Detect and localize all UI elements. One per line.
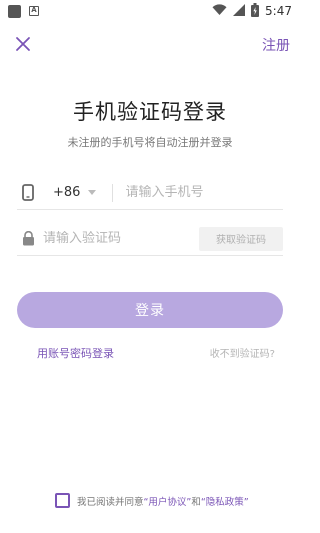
a-notification-icon: A xyxy=(29,6,39,16)
wifi-icon xyxy=(212,3,227,19)
chevron-down-icon xyxy=(88,190,97,195)
status-bar-right: 5:47 xyxy=(212,2,292,20)
status-bar-left: A xyxy=(8,4,39,18)
account-password-login-link[interactable]: 用账号密码登录 xyxy=(37,345,114,361)
login-button[interactable]: 登录 xyxy=(17,292,283,328)
page-subtitle: 未注册的手机号将自动注册并登录 xyxy=(67,136,233,149)
close-icon xyxy=(16,37,30,51)
page-title: 手机验证码登录 xyxy=(73,100,227,124)
phone-field-row: +86 xyxy=(17,176,283,210)
phone-input[interactable] xyxy=(125,185,266,200)
field-divider xyxy=(112,183,114,202)
close-button[interactable] xyxy=(12,33,34,55)
app-square-icon xyxy=(8,4,21,18)
signal-icon xyxy=(233,3,246,19)
user-agreement-link[interactable]: “用户协议” xyxy=(144,494,192,508)
agreement-row: 我已阅读并同意 “用户协议” 和 “隐私政策” xyxy=(55,493,249,508)
code-field-row: 获取验证码 xyxy=(17,222,283,256)
status-time: 5:47 xyxy=(265,4,292,18)
lock-icon xyxy=(17,231,39,246)
agreement-checkbox[interactable] xyxy=(55,493,70,508)
privacy-policy-link[interactable]: “隐私政策” xyxy=(201,494,249,508)
verification-code-input[interactable] xyxy=(43,231,163,246)
phone-icon xyxy=(17,184,39,201)
status-bar: A 5:47 xyxy=(0,0,300,22)
no-code-link[interactable]: 收不到验证码? xyxy=(210,345,275,360)
battery-icon xyxy=(251,2,260,20)
get-code-button[interactable]: 获取验证码 xyxy=(199,226,283,251)
agreement-and: 和 xyxy=(191,496,201,508)
register-link[interactable]: 注册 xyxy=(262,35,290,55)
country-code-selector[interactable]: +86 xyxy=(53,185,97,200)
country-code-value: +86 xyxy=(53,185,81,200)
agreement-prefix: 我已阅读并同意 xyxy=(77,496,144,508)
